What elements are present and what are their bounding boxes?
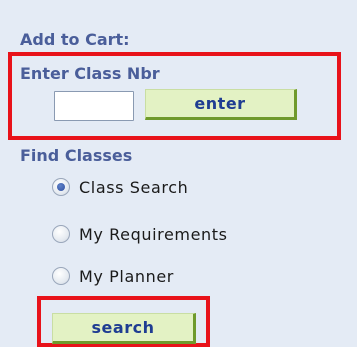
radio-dot-icon xyxy=(57,183,65,191)
radio-option-my-requirements[interactable]: My Requirements xyxy=(52,221,228,247)
radio-label-my-planner: My Planner xyxy=(79,266,174,286)
radio-option-class-search[interactable]: Class Search xyxy=(52,174,188,200)
enter-button[interactable]: enter xyxy=(145,89,297,120)
class-nbr-input[interactable] xyxy=(54,91,134,121)
add-to-cart-title: Add to Cart: xyxy=(20,30,130,49)
search-button[interactable]: search xyxy=(52,313,196,344)
radio-label-class-search: Class Search xyxy=(79,177,189,197)
radio-unselected-icon[interactable] xyxy=(52,267,70,285)
radio-option-my-planner[interactable]: My Planner xyxy=(52,263,174,289)
radio-label-my-requirements: My Requirements xyxy=(79,224,228,244)
radio-selected-icon[interactable] xyxy=(52,178,70,196)
class-nbr-label: Enter Class Nbr xyxy=(20,64,160,83)
find-classes-title: Find Classes xyxy=(20,146,133,165)
radio-unselected-icon[interactable] xyxy=(52,225,70,243)
